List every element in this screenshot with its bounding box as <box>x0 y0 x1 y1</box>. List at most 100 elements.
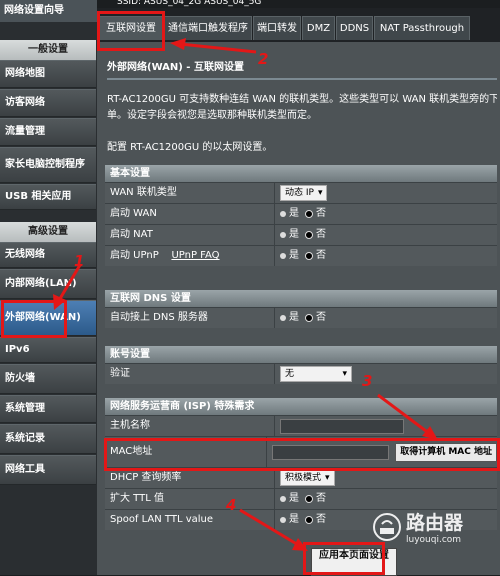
sidebar-item-parental-control[interactable]: 家长电脑控制程序 <box>0 147 96 183</box>
sidebar-item-ipv6[interactable]: IPv6 <box>0 337 96 363</box>
title-divider <box>107 78 497 80</box>
radio-selected-icon <box>305 231 313 239</box>
auth-select[interactable]: 无 ▾ <box>280 366 352 382</box>
tab-dmz[interactable]: DMZ <box>302 16 335 40</box>
annotation-1: 1 <box>74 252 85 270</box>
isp-settings-header: 网络服务运营商 (ISP) 特殊需求 <box>105 398 497 415</box>
radio-icon <box>280 517 286 523</box>
sidebar-item-guest-network[interactable]: 访客网络 <box>0 89 96 117</box>
annotation-4: 4 <box>226 496 237 514</box>
sidebar: 网络设置向导 一般设置 网络地图 访客网络 流量管理 家长电脑控制程序 USB … <box>0 0 97 575</box>
auto-dns-yes-radio[interactable]: 是 <box>280 308 299 328</box>
advanced-settings-header: 高级设置 <box>0 222 96 242</box>
enable-upnp-yes-radio[interactable]: 是 <box>280 246 299 266</box>
ttl-no-radio[interactable]: 否 <box>305 489 326 509</box>
radio-icon <box>280 253 286 259</box>
host-name-input[interactable] <box>280 418 404 434</box>
table-row: WAN 联机类型 动态 IP ▾ <box>105 182 497 203</box>
table-row: DHCP 查询频率 积极模式 ▾ <box>105 467 497 488</box>
apply-button[interactable]: 应用本页面设置 <box>311 548 397 576</box>
enable-nat-yes-radio[interactable]: 是 <box>280 225 299 245</box>
enable-wan-no-radio[interactable]: 否 <box>305 204 326 224</box>
chevron-down-icon: ▾ <box>317 188 323 198</box>
table-row: 扩大 TTL 值 是 否 <box>105 488 497 509</box>
sidebar-item-wan[interactable]: 外部网络(WAN) <box>0 300 96 336</box>
enable-upnp-no-radio[interactable]: 否 <box>305 246 326 266</box>
radio-selected-icon <box>305 516 313 524</box>
dhcp-query-value: 积极模式 <box>285 473 322 483</box>
description-line-2: 单。设定字段会视您是选取那种联机类型而定。 <box>107 110 317 121</box>
sidebar-item-network-map[interactable]: 网络地图 <box>0 60 96 88</box>
sidebar-item-network-tools[interactable]: 网络工具 <box>0 455 96 485</box>
clone-mac-button[interactable]: 取得计算机 MAC 地址 <box>395 442 497 462</box>
sidebar-item-administration[interactable]: 系统管理 <box>0 395 96 423</box>
table-row: 主机名称 <box>105 415 497 436</box>
wan-type-value: 动态 IP <box>285 188 314 198</box>
radio-selected-icon <box>305 252 313 260</box>
enable-nat-no-radio[interactable]: 否 <box>305 225 326 245</box>
table-row: 验证 无 ▾ <box>105 363 497 384</box>
spoof-ttl-yes-radio[interactable]: 是 <box>280 510 299 530</box>
spoof-ttl-no-radio[interactable]: 否 <box>305 510 326 530</box>
table-row: 启动 NAT 是 否 <box>105 224 497 245</box>
table-row: 启动 UPnP UPnP FAQ 是 否 <box>105 245 497 266</box>
watermark-name: 路由器 <box>406 512 464 534</box>
auth-value: 无 <box>285 369 295 379</box>
radio-icon <box>280 315 286 321</box>
host-name-label: 主机名称 <box>105 416 275 436</box>
basic-settings-header: 基本设置 <box>105 165 497 182</box>
account-settings-header: 账号设置 <box>105 346 497 363</box>
tab-internet-settings[interactable]: 互联网设置 <box>99 16 163 40</box>
tab-port-trigger[interactable]: 通信端口触发程序 <box>164 16 252 40</box>
table-row: 自动接上 DNS 服务器 是 否 <box>105 307 497 328</box>
radio-selected-icon <box>305 495 313 503</box>
enable-wan-label: 启动 WAN <box>105 204 275 224</box>
sidebar-item-usb-apps[interactable]: USB 相关应用 <box>0 184 96 210</box>
sidebar-item-traffic-manager[interactable]: 流量管理 <box>0 118 96 146</box>
network-wizard-button[interactable]: 网络设置向导 <box>0 0 97 22</box>
spoof-ttl-label: Spoof LAN TTL value <box>105 510 275 530</box>
wan-type-select[interactable]: 动态 IP ▾ <box>280 185 328 201</box>
page-description: RT-AC1200GU 可支持数种连结 WAN 的联机类型。这些类型可以 WAN… <box>107 92 497 124</box>
radio-selected-icon <box>305 210 313 218</box>
chevron-down-icon: ▾ <box>342 369 347 379</box>
page-title: 外部网络(WAN) - 互联网设置 <box>107 62 244 73</box>
ttl-label: 扩大 TTL 值 <box>105 489 275 509</box>
tab-port-forwarding[interactable]: 端口转发 <box>253 16 301 40</box>
table-row: 启动 WAN 是 否 <box>105 203 497 224</box>
mac-address-label: MAC地址 <box>105 437 268 467</box>
enable-wan-yes-radio[interactable]: 是 <box>280 204 299 224</box>
tab-bar: 互联网设置 通信端口触发程序 端口转发 DMZ DDNS NAT Passthr… <box>97 8 500 42</box>
dhcp-query-label: DHCP 查询频率 <box>105 468 275 488</box>
config-note: 配置 RT-AC1200GU 的以太网设置。 <box>107 142 273 153</box>
dns-settings-table: 互联网 DNS 设置 自动接上 DNS 服务器 是 否 <box>105 290 497 328</box>
sidebar-item-firewall[interactable]: 防火墙 <box>0 364 96 394</box>
tab-nat-passthrough[interactable]: NAT Passthrough <box>374 16 470 40</box>
auto-dns-no-radio[interactable]: 否 <box>305 308 326 328</box>
upnp-faq-link[interactable]: UPnP FAQ <box>171 250 219 261</box>
auth-label: 验证 <box>105 364 275 384</box>
radio-selected-icon <box>305 314 313 322</box>
account-settings-table: 账号设置 验证 无 ▾ <box>105 346 497 384</box>
description-line-1: RT-AC1200GU 可支持数种连结 WAN 的联机类型。这些类型可以 WAN… <box>107 94 497 105</box>
chevron-down-icon: ▾ <box>325 473 330 483</box>
watermark-url: luyouqi.com <box>406 535 462 545</box>
wan-type-label: WAN 联机类型 <box>105 183 275 203</box>
sidebar-item-system-log[interactable]: 系统记录 <box>0 424 96 454</box>
sidebar-item-lan[interactable]: 内部网络(LAN) <box>0 269 96 299</box>
dhcp-query-select[interactable]: 积极模式 ▾ <box>280 470 335 486</box>
radio-icon <box>280 211 286 217</box>
main-content: 外部网络(WAN) - 互联网设置 RT-AC1200GU 可支持数种连结 WA… <box>97 42 500 576</box>
ttl-yes-radio[interactable]: 是 <box>280 489 299 509</box>
basic-settings-table: 基本设置 WAN 联机类型 动态 IP ▾ 启动 WAN 是 否 启动 NAT 是… <box>105 165 497 266</box>
ssid-info: SSID: ASUS_04_2G ASUS_04_5G <box>97 0 500 8</box>
annotation-3: 3 <box>362 372 373 390</box>
auto-dns-label: 自动接上 DNS 服务器 <box>105 308 275 328</box>
tab-ddns[interactable]: DDNS <box>336 16 373 40</box>
radio-icon <box>280 232 286 238</box>
mac-address-input[interactable] <box>272 444 390 460</box>
router-logo-icon <box>373 512 401 541</box>
enable-nat-label: 启动 NAT <box>105 225 275 245</box>
watermark: 路由器 luyouqi.com <box>372 508 463 545</box>
radio-icon <box>280 496 286 502</box>
